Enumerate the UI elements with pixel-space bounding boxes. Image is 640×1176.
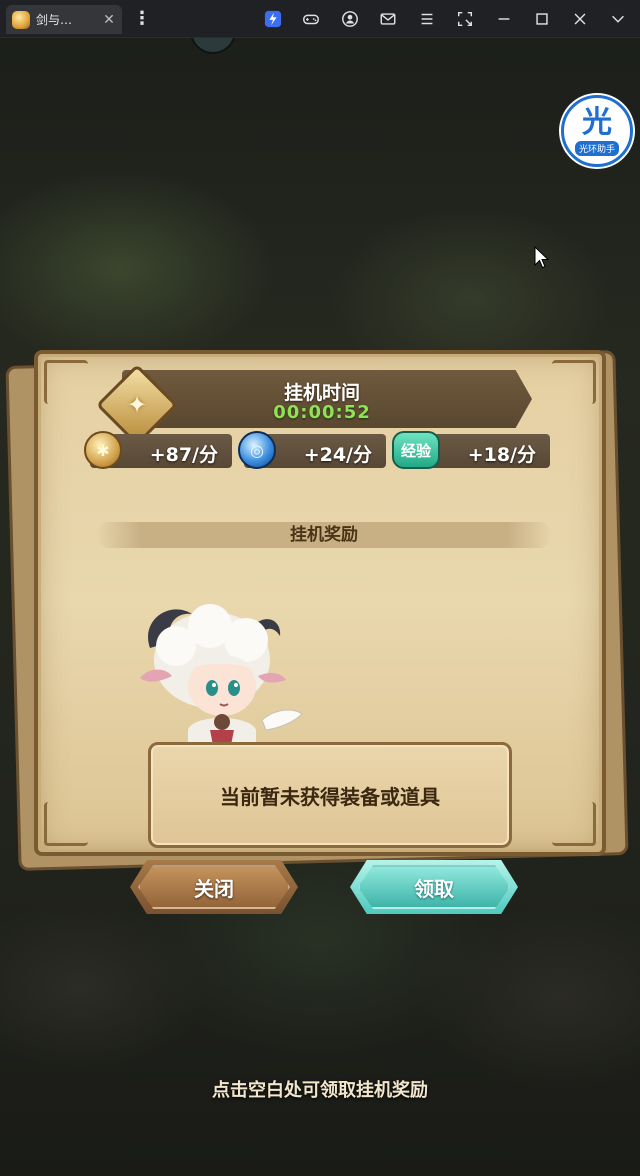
exp-rate: 经验 +18/分 bbox=[392, 431, 550, 469]
afk-reward-dialog: ✦ 挂机时间 00:00:52 ✱ +87/分 ◎ +24/分 经验 +18/分… bbox=[34, 350, 606, 914]
gold-coin-icon: ✱ bbox=[84, 431, 122, 469]
game-app-icon bbox=[12, 10, 30, 29]
user-icon[interactable] bbox=[340, 9, 360, 29]
gamepad-icon[interactable] bbox=[301, 9, 321, 29]
helper-glyph: 光 bbox=[582, 104, 612, 140]
game-viewport[interactable]: 光 光环助手 ✦ 挂机时间 00:00:52 ✱ +87/分 ◎ +24/分 经… bbox=[0, 38, 640, 1176]
bolt-icon[interactable] bbox=[263, 9, 283, 29]
sheep-girl-character-illustration bbox=[140, 604, 303, 750]
browser-tab[interactable]: 剑与… ✕ bbox=[6, 5, 122, 34]
exp-rate-value: +18/分 bbox=[467, 444, 536, 466]
empty-rewards-message: 当前暂未获得装备或道具 bbox=[148, 742, 512, 848]
pin-icon[interactable] bbox=[608, 9, 628, 29]
claim-button[interactable]: 领取 bbox=[350, 860, 518, 914]
close-button[interactable]: 关闭 bbox=[130, 860, 298, 914]
mail-icon[interactable] bbox=[378, 9, 398, 29]
corner-ornament bbox=[44, 360, 88, 404]
gold-rate: ✱ +87/分 bbox=[84, 431, 232, 469]
exp-label-badge: 经验 bbox=[392, 431, 440, 469]
menu-icon[interactable] bbox=[417, 9, 437, 29]
tap-anywhere-hint: 点击空白处可领取挂机奖励 bbox=[212, 1080, 428, 1101]
helper-label: 光环助手 bbox=[574, 140, 619, 156]
corner-ornament bbox=[44, 802, 88, 846]
corner-ornament bbox=[552, 360, 596, 404]
afk-time-title: 挂机时间 bbox=[283, 382, 360, 404]
maximize-icon[interactable] bbox=[532, 9, 552, 29]
afk-rewards-heading: 挂机奖励 bbox=[96, 522, 552, 548]
dust-rate-value: +24/分 bbox=[303, 444, 372, 466]
mouse-cursor-icon bbox=[534, 246, 550, 269]
minimize-icon[interactable] bbox=[494, 9, 514, 29]
hero-dust-icon: ◎ bbox=[238, 431, 276, 469]
window-titlebar: 剑与… ✕ ⋮ bbox=[0, 0, 640, 38]
claim-button-label: 领取 bbox=[414, 876, 454, 901]
close-button-label: 关闭 bbox=[194, 876, 234, 901]
close-window-icon[interactable] bbox=[570, 9, 590, 29]
more-menu-icon[interactable]: ⋮ bbox=[133, 8, 151, 30]
tab-title: 剑与… bbox=[36, 13, 73, 27]
dust-rate: ◎ +24/分 bbox=[238, 431, 386, 469]
corner-ornament bbox=[552, 802, 596, 846]
gold-rate-value: +87/分 bbox=[149, 444, 218, 466]
top-orb-icon bbox=[190, 38, 236, 54]
guanghuan-helper-button[interactable]: 光 光环助手 bbox=[561, 95, 633, 167]
screenshot-icon[interactable] bbox=[455, 9, 475, 29]
tab-close-icon[interactable]: ✕ bbox=[102, 12, 116, 28]
afk-timer: 00:00:52 bbox=[273, 402, 371, 423]
